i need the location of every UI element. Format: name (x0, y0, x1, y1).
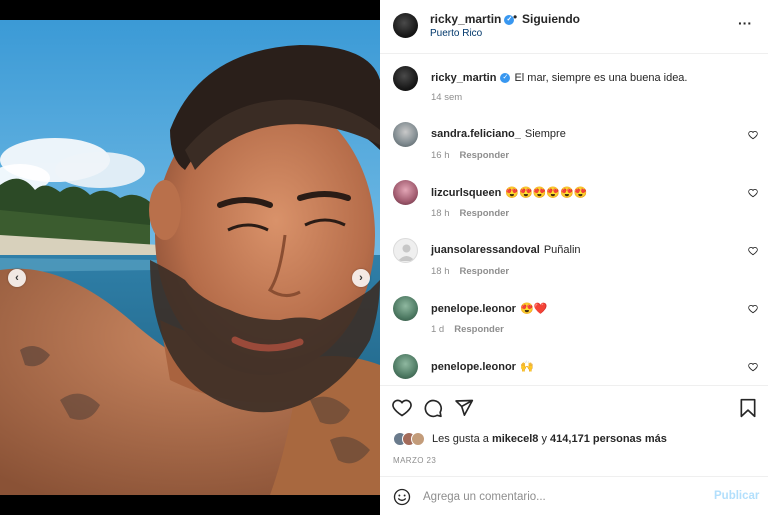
comment-age: 1 d (431, 324, 445, 335)
comment-age: 18 h (431, 266, 450, 277)
verified-badge-icon: ✓ (500, 73, 511, 84)
like-comment-heart-icon[interactable] (748, 362, 758, 372)
comment-age: 18 h (431, 208, 450, 219)
comment-age: 16 h (431, 150, 450, 161)
bookmark-icon[interactable] (738, 398, 758, 418)
following-button[interactable]: Siguiendo (522, 12, 580, 26)
comment-row: lizcurlsqueen 😍😍😍😍😍😍 18 h Responder (380, 180, 768, 230)
author-username[interactable]: ricky_martin (430, 12, 501, 26)
comment-username[interactable]: penelope.leonor (431, 361, 516, 373)
heart-icon[interactable] (392, 398, 412, 418)
comment-row: sandra.feliciano_ Siempre 16 h Responder (380, 122, 768, 172)
likes-prefix: Les gusta a (432, 433, 489, 445)
post-details-panel: ricky_martin ✓ • Siguiendo Puerto Rico ··… (380, 0, 768, 515)
paper-plane-icon[interactable] (454, 398, 474, 418)
author-avatar[interactable] (393, 66, 418, 91)
commenter-avatar[interactable] (393, 296, 418, 321)
reply-button[interactable]: Responder (454, 324, 504, 335)
comment-composer: Publicar (380, 476, 768, 515)
commenter-avatar[interactable] (393, 180, 418, 205)
author-avatar[interactable] (393, 13, 418, 38)
header-separator: • (513, 10, 518, 24)
more-horizontal-icon[interactable]: ··· (738, 15, 752, 31)
caption-row: ricky_martin ✓ El mar, siempre es una buen… (380, 66, 768, 116)
comment-text: Siempre (524, 128, 566, 140)
liker-avatar (411, 432, 425, 446)
comment-username[interactable]: penelope.leonor (431, 303, 516, 315)
comment-row: penelope.leonor 😍❤️ 1 d Responder (380, 296, 768, 346)
chevron-right-icon: › (359, 272, 363, 284)
comment-text: Puñalin (543, 244, 581, 256)
post-header: ricky_martin ✓ • Siguiendo Puerto Rico ··… (380, 0, 768, 54)
comment-row: juansolaressandoval Puñalin 18 h Responder (380, 238, 768, 288)
comments-list[interactable]: ricky_martin ✓ El mar, siempre es una buen… (380, 54, 768, 384)
smiley-icon[interactable] (393, 488, 411, 506)
first-liker-username[interactable]: mikecel8 (492, 433, 538, 445)
like-comment-heart-icon[interactable] (748, 304, 758, 314)
comment-username[interactable]: juansolaressandoval (431, 244, 540, 256)
caption-username[interactable]: ricky_martin (431, 72, 496, 84)
location-link[interactable]: Puerto Rico (430, 28, 482, 39)
comment-bubble-icon[interactable] (423, 398, 443, 418)
caption-age: 14 sem (431, 92, 463, 103)
post-date: MARZO 23 (393, 456, 437, 465)
comment-username[interactable]: sandra.feliciano_ (431, 128, 521, 140)
likes-connector: y (541, 433, 547, 445)
comment-username[interactable]: lizcurlsqueen (431, 187, 501, 199)
caption-text: El mar, siempre es una buena idea. (514, 72, 688, 84)
next-photo-button[interactable]: › (352, 269, 370, 287)
likes-count[interactable]: 414,171 personas más (550, 433, 667, 445)
media-viewer: ‹ › (0, 0, 380, 515)
post-actions: Les gusta a mikecel8 y 414,171 personas … (380, 385, 768, 473)
like-comment-heart-icon[interactable] (748, 130, 758, 140)
previous-photo-button[interactable]: ‹ (8, 269, 26, 287)
comment-input[interactable] (423, 487, 703, 507)
reply-button[interactable]: Responder (460, 208, 510, 219)
commenter-avatar[interactable] (393, 122, 418, 147)
comment-text: 🙌 (519, 361, 534, 373)
reply-button[interactable]: Responder (460, 150, 510, 161)
selfie-beach-image (0, 20, 380, 495)
reply-button[interactable]: Responder (460, 266, 510, 277)
like-comment-heart-icon[interactable] (748, 188, 758, 198)
likes-summary[interactable]: Les gusta a mikecel8 y 414,171 personas … (393, 432, 667, 446)
post-photo[interactable]: ‹ › (0, 20, 380, 495)
chevron-left-icon: ‹ (15, 272, 19, 284)
comment-text: 😍😍😍😍😍😍 (505, 187, 588, 199)
publish-button[interactable]: Publicar (714, 490, 759, 502)
commenter-avatar[interactable] (393, 354, 418, 379)
like-comment-heart-icon[interactable] (748, 246, 758, 256)
default-avatar-icon[interactable] (393, 238, 418, 263)
comment-row: penelope.leonor 🙌 (380, 354, 768, 384)
comment-text: 😍❤️ (519, 303, 548, 315)
instagram-post-modal: ‹ › ricky_martin ✓ • Siguiendo Puerto Ric… (0, 0, 768, 515)
